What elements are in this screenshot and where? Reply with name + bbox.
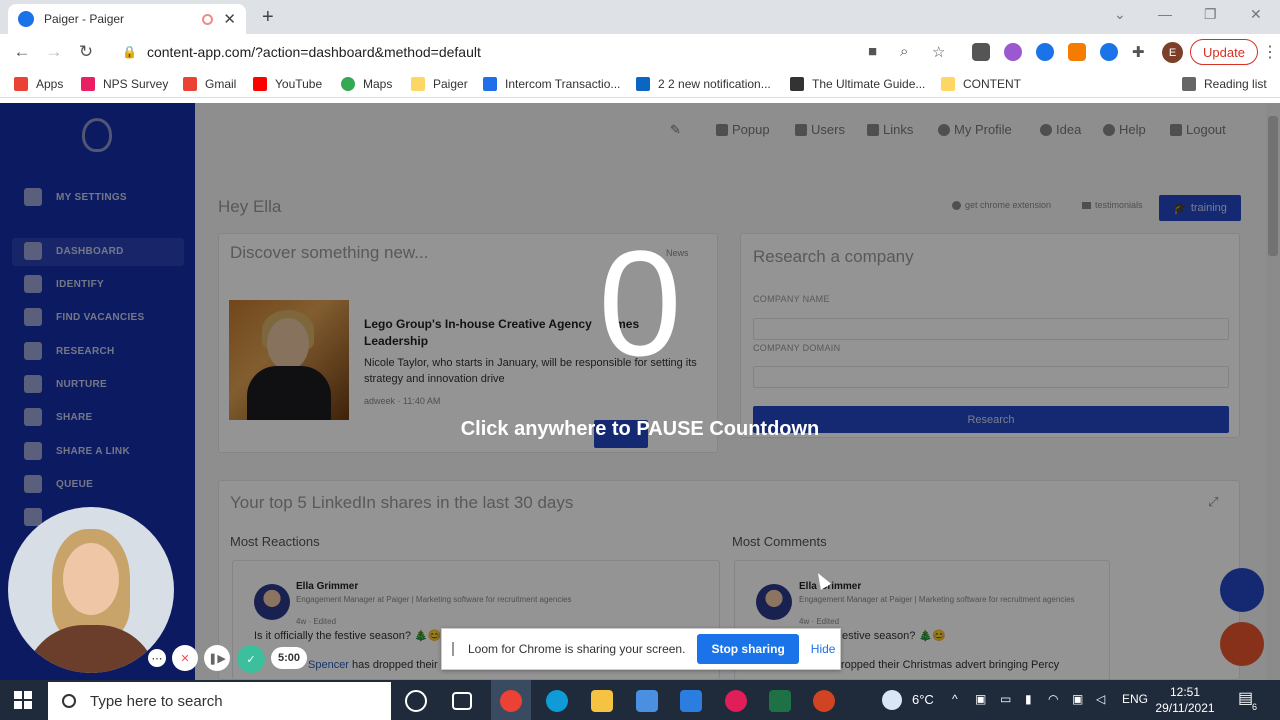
cortana-icon[interactable] [405,690,427,712]
stack-icon [790,77,804,91]
bookmark-apps[interactable]: Apps [14,77,63,91]
forward-icon[interactable]: → [38,42,70,62]
recording-timer: 5:00 [271,647,307,669]
notification-center-icon[interactable]: ▤ [1238,688,1253,708]
mail-icon[interactable] [680,690,702,712]
pause-recording-icon[interactable]: ❚▶ [204,645,230,671]
camera-tray-icon[interactable]: ▣ [1072,692,1083,706]
weather-icon[interactable] [882,690,902,710]
recording-icon [202,13,214,25]
bookmark-gmail[interactable]: Gmail [183,77,236,91]
finish-recording-icon[interactable]: ✓ [237,645,265,673]
bookmark-nps-survey[interactable]: NPS Survey [81,77,168,91]
menu-kebab-icon[interactable]: ⋮ [1262,42,1278,62]
tab-paiger[interactable]: Paiger - Paiger ✕ [8,4,246,34]
battery-icon[interactable]: ▭ [1000,692,1011,706]
paiger-favicon-icon [18,11,34,27]
edge-icon[interactable] [546,690,568,712]
windows-start-icon[interactable] [14,691,32,709]
bookmark-star-icon[interactable]: ☆ [932,43,945,61]
file-explorer-icon[interactable] [591,690,613,712]
gmail-icon [183,77,197,91]
task-view-icon[interactable] [452,692,472,710]
bookmark-youtube[interactable]: YouTube [253,77,322,91]
weather-temperature[interactable]: 6°C [912,692,934,707]
tab-title: Paiger - Paiger [44,12,125,26]
minimize-button[interactable]: — [1158,6,1172,22]
chrome-icon[interactable] [500,690,522,712]
bookmark-paiger[interactable]: Paiger [411,77,468,91]
language-indicator[interactable]: ENG [1122,692,1148,706]
volume-icon[interactable]: ◁ [1096,692,1105,706]
taskbar-clock[interactable]: 12:51 29/11/2021 [1150,684,1220,716]
bookmark-content[interactable]: CONTENT [941,77,1021,91]
powerpoint-icon[interactable] [813,690,835,712]
bookmark-linkedin-notifications[interactable]: 2 2 new notification... [636,77,771,91]
drag-handle-icon[interactable] [452,642,454,656]
nps-icon [81,77,95,91]
tab-search-icon[interactable]: ⌄ [1114,6,1126,23]
camera-icon[interactable]: ■ [868,43,877,60]
sharing-message: Loom for Chrome is sharing your screen. [468,642,686,656]
intercom-icon [483,77,497,91]
maps-pin-icon [341,77,355,91]
bookmark-maps[interactable]: Maps [341,77,392,91]
countdown-overlay[interactable] [0,103,1280,680]
pause-countdown-message[interactable]: Click anywhere to PAUSE Countdown [340,418,940,441]
stop-sharing-button[interactable]: Stop sharing [697,634,799,664]
zoom-icon[interactable]: ⌕ [900,43,908,60]
apps-grid-icon [14,77,28,91]
reading-list[interactable]: Reading list [1182,77,1267,91]
bookmark-ultimate-guide[interactable]: The Ultimate Guide... [790,77,925,91]
profile-avatar[interactable]: E [1162,42,1183,63]
update-button[interactable]: Update [1190,39,1258,65]
countdown-number: 0 [598,219,682,387]
hide-button[interactable]: Hide [811,642,836,656]
more-options-icon[interactable]: ⋯ [148,649,166,667]
linkedin-icon [636,77,650,91]
eyedropper-extension-icon[interactable] [972,43,990,61]
reading-list-icon [1182,77,1196,91]
folder-icon [411,77,425,91]
lock-icon[interactable]: 🔒 [122,45,137,59]
grammarly-extension-icon[interactable] [1100,43,1118,61]
youtube-icon [253,77,267,91]
rss-extension-icon[interactable] [1068,43,1086,61]
paiger-extension-icon[interactable] [1036,43,1054,61]
wifi-icon[interactable]: ◠ [1048,692,1058,706]
excel-icon[interactable] [769,690,791,712]
search-icon [62,694,76,708]
restore-button[interactable]: ❐ [1204,6,1217,23]
tray-chevron-icon[interactable]: ^ [952,692,958,706]
extensions-puzzle-icon[interactable]: ✚ [1132,43,1145,61]
bookmark-intercom[interactable]: Intercom Transactio... [483,77,620,91]
url-text: content-app.com/?action=dashboard&method… [146,44,481,60]
microsoft-store-icon[interactable] [636,690,658,712]
address-bar[interactable]: 🔒 content-app.com/?action=dashboard&meth… [112,39,958,65]
slack-icon[interactable] [725,690,747,712]
extension-flower-icon[interactable] [1004,43,1022,61]
webcam-bubble[interactable] [8,507,174,673]
screen-sharing-bar: Loom for Chrome is sharing your screen. … [441,628,841,670]
cancel-recording-icon[interactable]: ✕ [172,645,198,671]
tray-app-icon[interactable]: ▣ [975,692,986,706]
folder-icon [941,77,955,91]
taskbar-search-box[interactable]: Type here to search [48,682,391,720]
new-tab-button[interactable]: + [262,6,274,29]
reload-icon[interactable]: ↻ [70,42,102,62]
close-window-button[interactable]: ✕ [1250,6,1262,23]
back-icon[interactable]: ← [6,42,38,62]
microphone-icon[interactable]: ▮ [1025,692,1032,706]
close-tab-icon[interactable]: ✕ [223,10,236,28]
notification-count: 6 [1252,702,1258,712]
